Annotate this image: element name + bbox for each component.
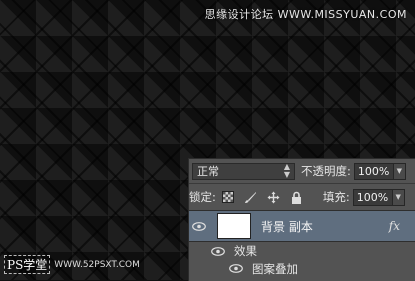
lock-transparent-pixels-icon[interactable] [221, 190, 235, 204]
lock-fill-row: 锁定: 填充: 100% ▼ [189, 184, 415, 210]
opacity-input[interactable]: 100% [353, 162, 394, 180]
fx-icon[interactable]: fx [389, 219, 400, 233]
blend-mode-value: 正常 [197, 165, 219, 178]
fill-dropdown-icon[interactable]: ▼ [392, 188, 405, 206]
visibility-eye-icon[interactable] [189, 221, 209, 231]
fill-label: 填充: [322, 190, 350, 204]
layers-panel: 正常 ▲ ▼ 不透明度: 100% ▼ 锁定: 填充: 100% ▼ 背景 副本 … [188, 158, 415, 281]
lock-label: 锁定: [189, 190, 216, 204]
layer-name[interactable]: 背景 副本 [261, 218, 313, 235]
lock-all-padlock-icon[interactable] [290, 190, 304, 204]
fill-input[interactable]: 100% [352, 188, 393, 206]
watermark-bottom: PS学堂 WWW.52PSXT.COM [4, 255, 140, 274]
pattern-overlay-label: 图案叠加 [252, 261, 298, 276]
effects-row[interactable]: 效果 [189, 242, 415, 260]
effects-visibility-eye-icon[interactable] [208, 246, 228, 256]
lock-position-move-icon[interactable] [267, 190, 281, 204]
pattern-overlay-row[interactable]: 图案叠加 [189, 260, 415, 277]
watermark-brand: PS学堂 [4, 255, 51, 274]
opacity-dropdown-icon[interactable]: ▼ [393, 162, 406, 180]
blend-mode-select[interactable]: 正常 ▲ ▼ [192, 162, 295, 180]
watermark-top: 思缘设计论坛 WWW.MISSYUAN.COM [204, 8, 407, 21]
layer-row-selected[interactable]: 背景 副本 fx [189, 210, 415, 242]
layer-thumbnail[interactable] [217, 213, 251, 239]
blend-opacity-row: 正常 ▲ ▼ 不透明度: 100% ▼ [189, 159, 415, 183]
watermark-url: WWW.52PSXT.COM [54, 259, 140, 270]
effects-label: 效果 [234, 244, 257, 258]
pattern-visibility-eye-icon[interactable] [226, 264, 246, 273]
updown-arrows-icon: ▲ ▼ [283, 162, 290, 179]
opacity-label: 不透明度: [301, 164, 351, 178]
lock-image-pixels-brush-icon[interactable] [244, 190, 258, 204]
